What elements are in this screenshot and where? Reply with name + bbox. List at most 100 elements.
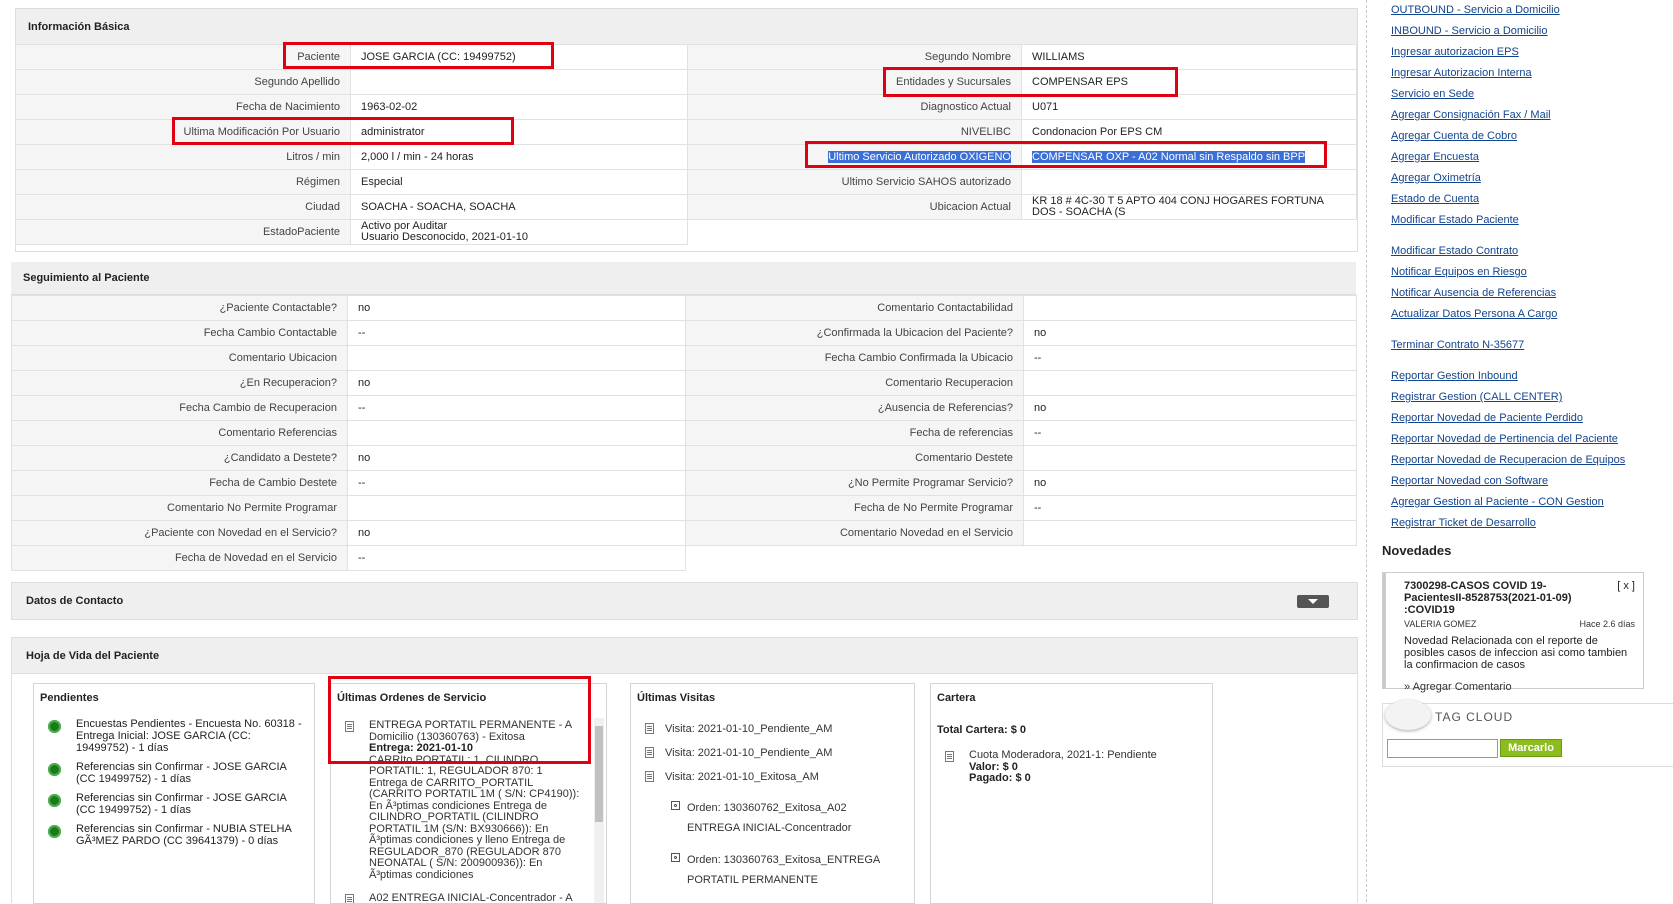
field-value: 2,000 l / min - 24 horas [350, 144, 688, 170]
close-note-button[interactable]: [ x ] [1617, 580, 1635, 592]
field-value-text: -- [1034, 502, 1042, 514]
field-label-text: Comentario No Permite Programar [167, 502, 337, 514]
field-value-text: -- [1034, 352, 1042, 364]
field-value: Condonacion Por EPS CM [1021, 119, 1357, 145]
field-row-comentario-no-permite-programar: Comentario No Permite Programar [11, 495, 686, 521]
field-value: -- [347, 320, 686, 346]
field-value-text: 2,000 l / min - 24 horas [361, 151, 474, 163]
visit-item[interactable]: Visita: 2021-01-10_Pendiente_AM [631, 718, 914, 740]
order-item[interactable]: A02 ENTREGA INICIAL-Concentrador - A [331, 892, 594, 903]
visit-order-item[interactable]: Orden: 130360763_Exitosa_ENTREGA PORTATIL… [631, 850, 914, 890]
sidebar-link-ingresar-autorizacion-interna[interactable]: Ingresar Autorizacion Interna [1380, 63, 1673, 84]
sidebar-link-modificar-estado-contrato[interactable]: Modificar Estado Contrato [1380, 241, 1673, 262]
visit-order-line2: PORTATIL PERMANENTE [687, 874, 819, 886]
field-value-text: WILLIAMS [1032, 51, 1085, 63]
field-label-text: Comentario Recuperacion [885, 377, 1013, 389]
sidebar-link-agregar-oximetria[interactable]: Agregar Oximetría [1380, 168, 1673, 189]
document-icon [645, 771, 654, 782]
portfolio-total: Total Cartera: $ 0 [937, 724, 1027, 736]
field-value: 1963-02-02 [350, 94, 688, 120]
orders-scrollbar-thumb[interactable] [595, 726, 603, 822]
field-label: ¿Paciente Contactable? [11, 295, 348, 321]
sidebar-link-agregar-cuenta-de-cobro[interactable]: Agregar Cuenta de Cobro [1380, 126, 1673, 147]
field-label: Ultimo Servicio SAHOS autorizado [687, 169, 1022, 195]
visit-order-line2: ENTREGA INICIAL-Concentrador [687, 822, 852, 834]
field-label: Comentario No Permite Programar [11, 495, 348, 521]
visit-order-line1: Orden: 130360763_Exitosa_ENTREGA [687, 854, 881, 866]
portfolio-item[interactable]: Cuota Moderadora, 2021-1: Pendiente Valo… [931, 749, 1212, 785]
sidebar-link-reportar-gestion-inbound[interactable]: Reportar Gestion Inbound [1380, 366, 1673, 387]
sidebar-link-notificar-ausencia-de-referencias[interactable]: Notificar Ausencia de Referencias [1380, 283, 1673, 304]
field-value-text: no [1034, 477, 1047, 489]
field-row-comentario-novedad-en-el-servicio: Comentario Novedad en el Servicio [685, 520, 1357, 546]
visit-order-item[interactable]: Orden: 130360762_Exitosa_A02 ENTREGA INIC… [631, 798, 914, 838]
field-label: Comentario Destete [685, 445, 1024, 471]
expand-toggle-button[interactable] [1297, 595, 1329, 608]
sidebar-link-outbound-servicio-a-domicilio[interactable]: OUTBOUND - Servicio a Domicilio [1380, 0, 1673, 21]
sidebar-link-ingresar-autorizacion-eps[interactable]: Ingresar autorizacion EPS [1380, 42, 1673, 63]
sidebar-link-actualizar-datos-persona-a-cargo[interactable]: Actualizar Datos Persona A Cargo [1380, 304, 1673, 325]
basic-info-title: Información Básica [16, 9, 1357, 45]
sidebar-link-terminar-contrato-n-35677[interactable]: Terminar Contrato N-35677 [1380, 335, 1673, 356]
mark-tag-button[interactable]: Marcarlo [1500, 739, 1562, 757]
sidebar-link-modificar-estado-paciente[interactable]: Modificar Estado Paciente [1380, 210, 1673, 231]
sidebar-link-reportar-novedad-de-pertinencia-del-paciente[interactable]: Reportar Novedad de Pertinencia del Paci… [1380, 429, 1673, 450]
portfolio-title: Cartera [937, 692, 976, 704]
sidebar-link-notificar-equipos-en-riesgo[interactable]: Notificar Equipos en Riesgo [1380, 262, 1673, 283]
field-label: Litros / min [15, 144, 351, 170]
pending-item[interactable]: Encuestas Pendientes - Encuesta No. 6031… [34, 718, 314, 754]
field-label: ¿Paciente con Novedad en el Servicio? [11, 520, 348, 546]
field-value-text: administrator [361, 126, 425, 138]
tag-input[interactable] [1387, 739, 1498, 758]
sidebar-link-servicio-en-sede[interactable]: Servicio en Sede [1380, 84, 1673, 105]
field-row-paciente-con-novedad-en-el-servicio: ¿Paciente con Novedad en el Servicio? no [11, 520, 686, 546]
sidebar-link-estado-de-cuenta[interactable]: Estado de Cuenta [1380, 189, 1673, 210]
portfolio-item-title: Cuota Moderadora, 2021-1: Pendiente [969, 749, 1157, 761]
novedades-title: Novedades [1382, 543, 1452, 558]
followup-left-table: ¿Paciente Contactable? no Fecha Cambio Con… [11, 295, 686, 571]
sidebar-link-registrar-gestion-call-center[interactable]: Registrar Gestion (CALL CENTER) [1380, 387, 1673, 408]
field-value-text: -- [1034, 427, 1042, 439]
field-label: ¿Confirmada la Ubicacion del Paciente? [685, 320, 1024, 346]
sidebar-link-reportar-novedad-de-paciente-perdido[interactable]: Reportar Novedad de Paciente Perdido [1380, 408, 1673, 429]
field-label: Comentario Novedad en el Servicio [685, 520, 1024, 546]
field-label: Fecha Cambio de Recuperacion [11, 395, 348, 421]
field-row-comentario-recuperacion: Comentario Recuperacion [685, 370, 1357, 396]
field-value-text: no [358, 527, 371, 539]
field-label: Fecha de Cambio Destete [11, 470, 348, 496]
visit-item[interactable]: Visita: 2021-01-10_Exitosa_AM [631, 766, 914, 788]
status-dot-icon [48, 720, 61, 733]
sidebar-link-reportar-novedad-de-recuperacion-de-equipos[interactable]: Reportar Novedad de Recuperacion de Equi… [1380, 450, 1673, 471]
sidebar-link-reportar-novedad-con-software[interactable]: Reportar Novedad con Software [1380, 471, 1673, 492]
visit-item[interactable]: Visita: 2021-01-10_Pendiente_AM [631, 742, 914, 764]
document-icon [345, 894, 354, 903]
field-value: no [1023, 470, 1357, 496]
pending-item[interactable]: Referencias sin Confirmar - JOSE GARCIA … [34, 792, 314, 816]
add-comment-link[interactable]: » Agregar Comentario [1404, 681, 1635, 693]
field-value: COMPENSAR EPS [1021, 69, 1357, 95]
field-label-text: ¿Ausencia de Referencias? [877, 402, 1013, 414]
status-dot-icon [48, 794, 61, 807]
sidebar-link-agregar-gestion-al-paciente-con-gestion[interactable]: Agregar Gestion al Paciente - CON Gestio… [1380, 492, 1673, 513]
order-item[interactable]: ENTREGA PORTATIL PERMANENTE - A Domicili… [331, 719, 594, 881]
contact-panel[interactable]: Datos de Contacto [11, 582, 1358, 620]
column-divider [1366, 0, 1367, 902]
visit-item-text: Visita: 2021-01-10_Pendiente_AM [665, 723, 833, 735]
orders-scrollbar[interactable] [594, 718, 604, 903]
portfolio-item-paid: Pagado: $ 0 [969, 772, 1031, 784]
sidebar-link-inbound-servicio-a-domicilio[interactable]: INBOUND - Servicio a Domicilio [1380, 21, 1673, 42]
sidebar-link-registrar-ticket-de-desarrollo[interactable]: Registrar Ticket de Desarrollo [1380, 513, 1673, 534]
field-label-text: Fecha Cambio de Recuperacion [179, 402, 337, 414]
field-row-comentario-destete: Comentario Destete [685, 445, 1357, 471]
field-label: Ubicacion Actual [687, 194, 1022, 220]
field-value: no [347, 370, 686, 396]
pending-item[interactable]: Referencias sin Confirmar - NUBIA STELHA… [34, 823, 314, 847]
service-orders-card: Últimas Ordenes de Servicio ENTREGA PORT… [330, 683, 607, 904]
sidebar-link-agregar-consignacion-fax-mail[interactable]: Agregar Consignación Fax / Mail [1380, 105, 1673, 126]
sidebar-link-agregar-encuesta[interactable]: Agregar Encuesta [1380, 147, 1673, 168]
field-value-text: no [358, 302, 371, 314]
pending-item[interactable]: Referencias sin Confirmar - JOSE GARCIA … [34, 761, 314, 785]
field-label: EstadoPaciente [15, 219, 351, 245]
field-value: COMPENSAR OXP - A02 Normal sin Respaldo … [1021, 144, 1357, 170]
field-value-text: U071 [1032, 101, 1059, 113]
